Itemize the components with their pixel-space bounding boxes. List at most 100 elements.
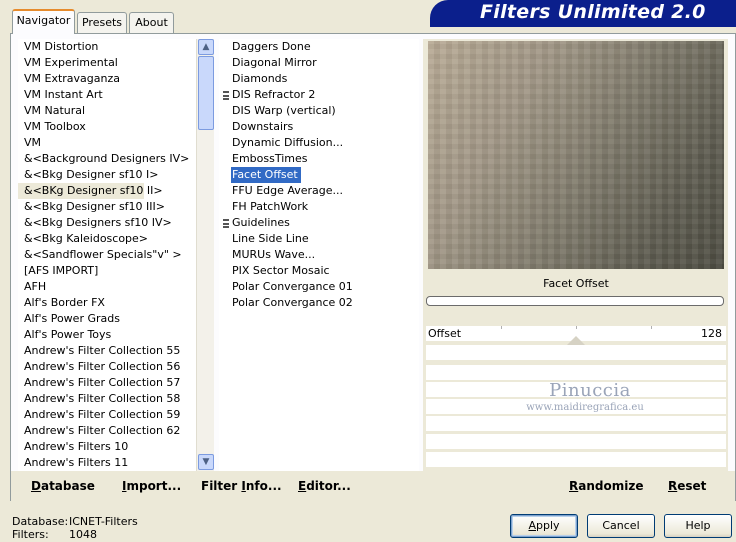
param-row-offset[interactable]: Offset 128 (426, 326, 726, 345)
category-item[interactable]: &<Bkg Designers sf10 IV> (18, 215, 196, 231)
category-item[interactable]: VM Distortion (18, 39, 196, 55)
filter-item-label: Daggers Done (232, 40, 311, 53)
filter-item[interactable]: Facet Offset (219, 167, 419, 183)
filter-item[interactable]: Guidelines (219, 215, 419, 231)
category-list[interactable]: VM Distortion VM Experimental VM Extravaga… (18, 39, 196, 471)
filter-item[interactable]: EmbossTimes (219, 151, 419, 167)
filter-item-label: Guidelines (232, 216, 290, 229)
tab-about[interactable]: About (129, 12, 174, 33)
category-item[interactable]: Andrew's Filter Collection 58 (18, 391, 196, 407)
status-database-label: Database: (12, 515, 69, 528)
param-row-empty (426, 416, 726, 432)
import-button[interactable]: Import... (122, 479, 181, 493)
category-item[interactable]: Andrew's Filters 10 (18, 439, 196, 455)
slider-thumb[interactable] (567, 336, 585, 345)
reset-button-label: eset (677, 479, 707, 493)
app-title: Filters Unlimited 2.0 (480, 1, 706, 23)
filter-item-label: DIS Refractor 2 (232, 88, 316, 101)
category-item[interactable]: &<Bkg Kaleidoscope> (18, 231, 196, 247)
category-item[interactable]: Alf's Border FX (18, 295, 196, 311)
filter-item[interactable]: MURUs Wave... (219, 247, 419, 263)
category-item[interactable]: VM (18, 135, 196, 151)
category-item[interactable]: VM Instant Art (18, 87, 196, 103)
filter-item[interactable]: Dynamic Diffusion... (219, 135, 419, 151)
filter-item[interactable]: FFU Edge Average... (219, 183, 419, 199)
filter-item[interactable]: Line Side Line (219, 231, 419, 247)
param-row-empty (426, 345, 726, 361)
filter-item-label: Polar Convergance 01 (232, 280, 353, 293)
progress-bar (426, 296, 724, 306)
param-label: Offset (428, 327, 462, 340)
category-item[interactable]: VM Natural (18, 103, 196, 119)
category-item[interactable]: Andrew's Filter Collection 56 (18, 359, 196, 375)
slider-tick (576, 326, 577, 329)
help-button[interactable]: Help (664, 514, 732, 538)
tab-presets[interactable]: Presets (77, 12, 127, 33)
category-item[interactable]: &<Bkg Designer sf10 I> (18, 167, 196, 183)
tab-presets-label: Presets (81, 16, 123, 29)
cancel-button-label: Cancel (602, 519, 640, 532)
filter-item[interactable]: DIS Warp (vertical) (219, 103, 419, 119)
status-filters-label: Filters: (12, 528, 49, 541)
filter-item-label: MURUs Wave... (232, 248, 316, 261)
category-item[interactable]: VM Experimental (18, 55, 196, 71)
filter-info-button[interactable]: Filter Info... (201, 479, 282, 493)
category-item[interactable]: &<Sandflower Specials"v" > (18, 247, 196, 263)
preview-image (428, 41, 724, 269)
slider-tick (651, 326, 652, 329)
filter-item[interactable]: FH PatchWork (219, 199, 419, 215)
cancel-button[interactable]: Cancel (587, 514, 655, 538)
reset-button[interactable]: Reset (668, 479, 706, 493)
filter-item[interactable]: Diamonds (219, 71, 419, 87)
filter-list[interactable]: Daggers Done Diagonal Mirror Diamonds DIS R… (219, 39, 419, 471)
editor-button[interactable]: Editor... (298, 479, 351, 493)
selected-filter-title: Facet Offset (543, 277, 609, 290)
filter-item-label: PIX Sector Mosaic (232, 264, 330, 277)
tab-navigator-label: Navigator (16, 14, 71, 27)
watermark-text: Pinuccia (549, 380, 631, 401)
filter-item[interactable]: Daggers Done (219, 39, 419, 55)
filter-item[interactable]: Polar Convergance 02 (219, 295, 419, 311)
scrollbar-thumb[interactable] (198, 56, 214, 130)
filter-item[interactable]: Diagonal Mirror (219, 55, 419, 71)
arrow-down-icon[interactable]: ▼ (198, 454, 214, 470)
preview-texture-steps (428, 41, 724, 269)
filter-item-label: Downstairs (232, 120, 294, 133)
category-item[interactable]: Andrew's Filter Collection 55 (18, 343, 196, 359)
filter-item[interactable]: Polar Convergance 01 (219, 279, 419, 295)
param-row-empty (426, 452, 726, 468)
randomize-button[interactable]: Randomize (569, 479, 643, 493)
randomize-button-mnemonic: R (569, 479, 579, 493)
category-item[interactable]: VM Toolbox (18, 119, 196, 135)
apply-button-label: pply (536, 519, 560, 532)
category-item[interactable]: &<BKg Designer sf10 II> (18, 183, 163, 199)
import-button-label: mport... (126, 479, 182, 493)
database-button[interactable]: Database (31, 479, 95, 493)
category-item[interactable]: Andrew's Filter Collection 59 (18, 407, 196, 423)
category-item[interactable]: Andrew's Filters 11 (18, 455, 196, 471)
filter-title-box: Facet Offset (426, 272, 726, 296)
category-item[interactable]: &<Bkg Designer sf10 III> (18, 199, 196, 215)
filter-item[interactable]: PIX Sector Mosaic (219, 263, 419, 279)
arrow-up-icon[interactable]: ▲ (198, 39, 214, 55)
category-item[interactable]: Alf's Power Grads (18, 311, 196, 327)
filter-group-icon (223, 219, 229, 228)
category-item[interactable]: VM Extravaganza (18, 71, 196, 87)
category-item[interactable]: Andrew's Filter Collection 57 (18, 375, 196, 391)
database-button-mnemonic: D (31, 479, 41, 493)
tab-strip: Navigator Presets About (0, 0, 430, 34)
filter-info-button-label: nfo... (245, 479, 282, 493)
category-scrollbar[interactable]: ▲ ▼ (196, 39, 214, 471)
category-item[interactable]: &<Background Designers IV> (18, 151, 196, 167)
category-item[interactable]: AFH (18, 279, 196, 295)
category-item[interactable]: Andrew's Filter Collection 62 (18, 423, 196, 439)
category-item[interactable]: Alf's Power Toys (18, 327, 196, 343)
filter-item[interactable]: Downstairs (219, 119, 419, 135)
param-value: 128 (701, 327, 722, 340)
category-item[interactable]: [AFS IMPORT] (18, 263, 196, 279)
editor-button-mnemonic: E (298, 479, 307, 493)
filter-item-label: Facet Offset (231, 167, 301, 183)
tab-navigator[interactable]: Navigator (12, 9, 75, 34)
apply-button[interactable]: Apply (510, 514, 578, 538)
filter-item[interactable]: DIS Refractor 2 (219, 87, 419, 103)
